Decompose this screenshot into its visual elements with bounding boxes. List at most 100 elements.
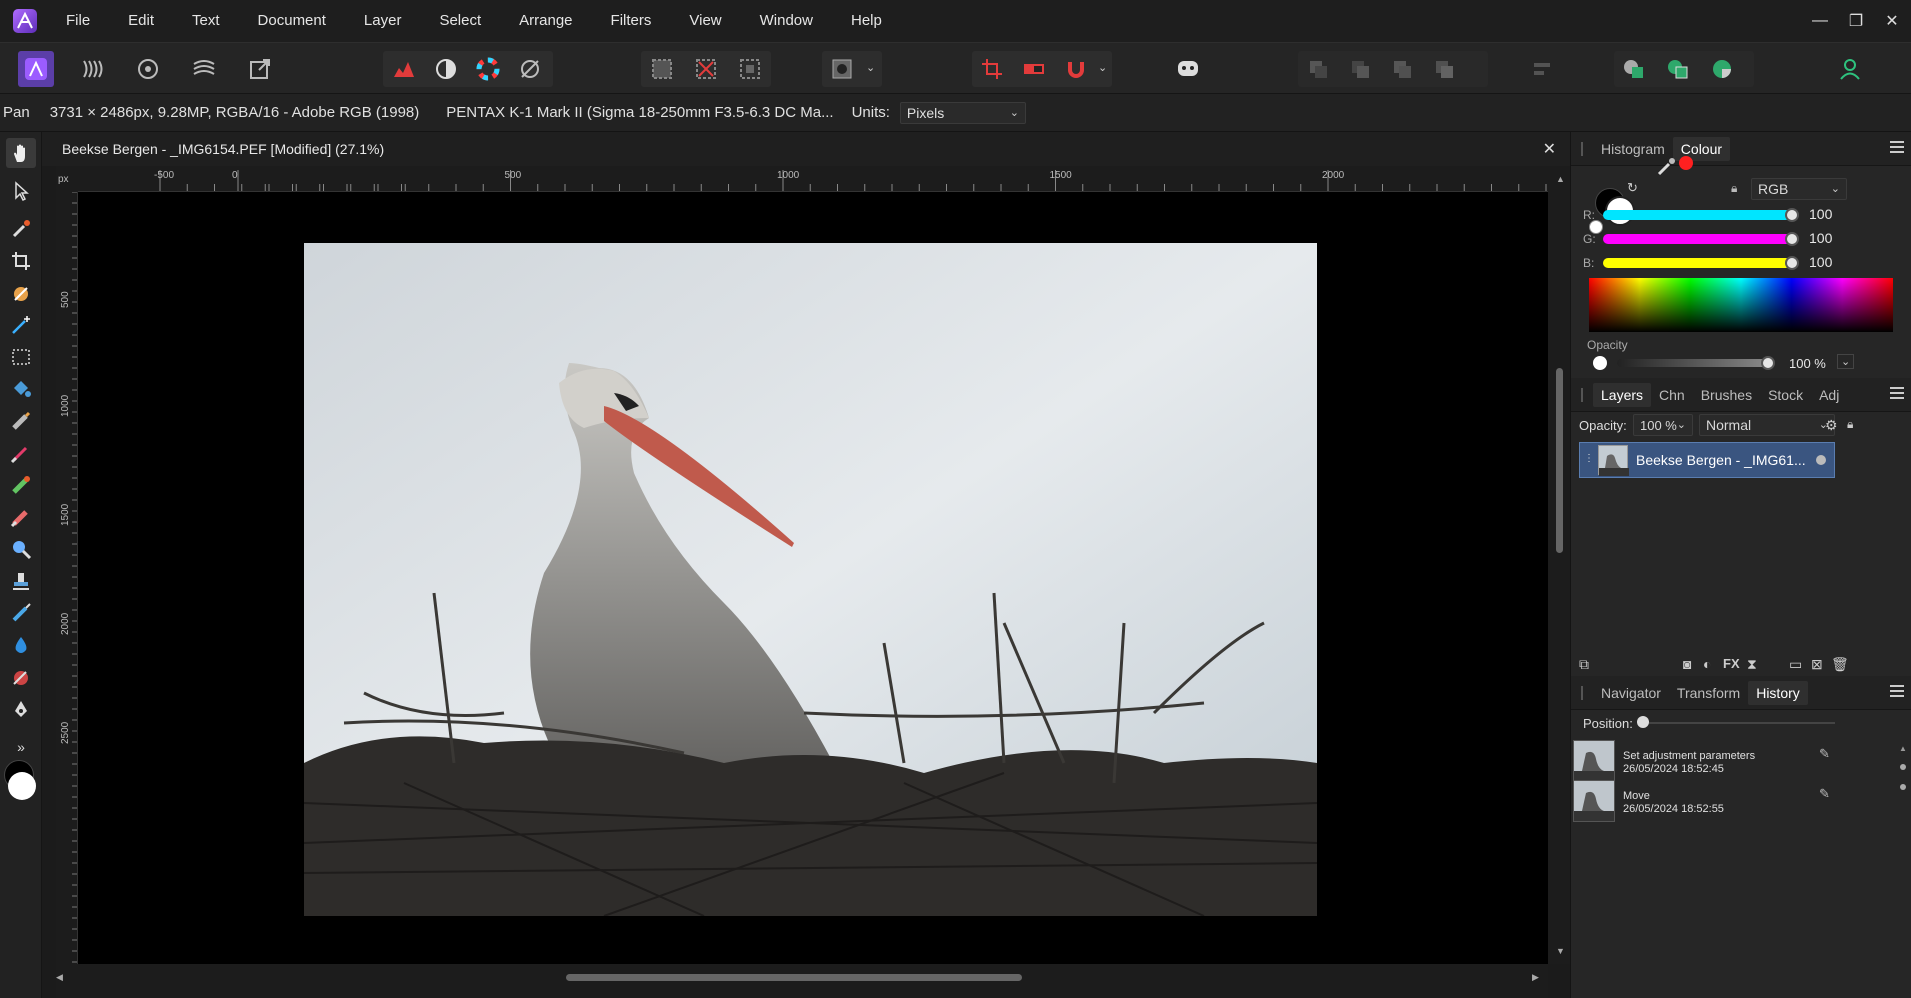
tab-layers[interactable]: Layers (1593, 382, 1652, 407)
history-position-slider[interactable] (1643, 722, 1835, 724)
boolean-intersect-icon[interactable] (1704, 51, 1740, 87)
horizontal-scrollbar[interactable]: ◀ ▶ (56, 964, 1548, 998)
colour-model-dropdown[interactable]: RGB ⌄ (1751, 178, 1847, 200)
layer-row[interactable]: ⋮⋮ Beekse Bergen - _IMG61... (1579, 442, 1835, 478)
green-channel-slider[interactable] (1603, 234, 1791, 244)
more-tools-icon[interactable]: » (6, 732, 36, 762)
scroll-right-icon[interactable]: ▶ (1532, 972, 1539, 983)
menu-layer[interactable]: Layer (345, 0, 421, 42)
vertical-scroll-thumb[interactable] (1556, 368, 1563, 553)
tab-stock[interactable]: Stock (1760, 383, 1811, 407)
menu-help[interactable]: Help (832, 0, 901, 42)
quick-mask-dropdown-icon[interactable]: ⌄ (866, 61, 875, 74)
adjustment-layer-icon[interactable]: ◐ (1703, 656, 1711, 672)
menu-filters[interactable]: Filters (592, 0, 671, 42)
paint-brush-tool-icon[interactable] (6, 406, 36, 436)
tab-navigator[interactable]: Navigator (1593, 681, 1669, 705)
arrange-back-icon[interactable] (1300, 51, 1336, 87)
levels-icon[interactable] (386, 51, 422, 87)
assistant-icon[interactable] (1170, 51, 1206, 87)
vertical-scrollbar[interactable]: ▲ ▼ (1548, 166, 1570, 964)
arrange-forward-icon[interactable] (1384, 51, 1420, 87)
flood-fill-tool-icon[interactable] (6, 374, 36, 404)
pen-tool-icon[interactable] (6, 694, 36, 724)
invert-selection-icon[interactable] (732, 51, 768, 87)
tone-mapping-persona-icon[interactable] (186, 51, 222, 87)
colour-picker-icon[interactable] (1655, 156, 1677, 181)
opacity-dropdown-icon[interactable]: ⌄ (1837, 354, 1855, 369)
view-tool-hand-icon[interactable] (6, 138, 36, 168)
tab-brushes[interactable]: Brushes (1693, 383, 1760, 407)
select-all-icon[interactable] (644, 51, 680, 87)
tab-channels[interactable]: Chn (1651, 383, 1693, 407)
opacity-value[interactable]: 100 % (1789, 356, 1826, 371)
opacity-knob[interactable] (1761, 356, 1775, 370)
scroll-down-icon[interactable]: ▼ (1556, 946, 1565, 956)
erase-brush-tool-icon[interactable] (6, 502, 36, 532)
pixel-brush-tool-icon[interactable] (6, 438, 36, 468)
quick-mask-icon[interactable] (824, 51, 860, 87)
add-pixel-layer-icon[interactable]: ⊠ (1811, 656, 1823, 673)
history-position-knob[interactable] (1637, 716, 1649, 728)
blur-brush-tool-icon[interactable] (6, 630, 36, 660)
white-balance-icon[interactable] (512, 51, 548, 87)
arrange-front-icon[interactable] (1426, 51, 1462, 87)
menu-edit[interactable]: Edit (109, 0, 173, 42)
horizontal-scroll-thumb[interactable] (566, 974, 1022, 981)
photo-persona-icon[interactable] (18, 51, 54, 87)
opacity-slider[interactable] (1617, 359, 1767, 367)
close-window-button[interactable]: ✕ (1872, 0, 1911, 42)
document-tab[interactable]: Beekse Bergen - _IMG6154.PEF [Modified] … (42, 132, 1570, 166)
blend-mode-dropdown[interactable]: Normal ⌄ (1699, 414, 1835, 436)
blue-channel-value[interactable]: 100 (1809, 254, 1832, 270)
history-brush-icon[interactable]: ✎ (1819, 746, 1830, 762)
tab-history[interactable]: History (1748, 680, 1808, 705)
scroll-left-icon[interactable]: ◀ (56, 972, 63, 983)
crop-snap-icon[interactable] (974, 51, 1010, 87)
restore-button[interactable]: ❐ (1836, 0, 1876, 42)
auto-contrast-icon[interactable] (428, 51, 464, 87)
panel-menu-icon[interactable] (1890, 141, 1904, 153)
liquify-persona-icon[interactable] (74, 51, 110, 87)
green-channel-knob[interactable] (1785, 232, 1799, 246)
boolean-subtract-icon[interactable] (1660, 51, 1696, 87)
arrange-backward-icon[interactable] (1342, 51, 1378, 87)
scroll-up-icon[interactable]: ▲ (1556, 174, 1565, 184)
lock-icon[interactable]: 🔒︎ (1731, 181, 1737, 196)
zoom-tool-icon[interactable] (6, 534, 36, 564)
align-icon[interactable] (1524, 51, 1560, 87)
panel-menu-icon[interactable] (1890, 387, 1904, 399)
red-channel-knob[interactable] (1785, 208, 1799, 222)
boolean-add-icon[interactable] (1616, 51, 1652, 87)
menu-view[interactable]: View (670, 0, 740, 42)
fx-icon[interactable]: FX (1723, 656, 1740, 671)
menu-file[interactable]: File (60, 0, 109, 42)
tab-transform[interactable]: Transform (1669, 681, 1748, 705)
history-entry[interactable]: Move 26/05/2024 18:52:55 ✎ (1573, 778, 1903, 824)
snapping-magnet-icon[interactable] (1058, 51, 1094, 87)
menu-document[interactable]: Document (239, 0, 345, 42)
close-document-icon[interactable]: ✕ (1543, 139, 1556, 159)
swap-colours-icon[interactable]: ↻ (1627, 180, 1638, 196)
history-brush-icon[interactable]: ✎ (1819, 786, 1830, 802)
history-scrollbar[interactable]: ▲ (1899, 744, 1907, 824)
gear-icon[interactable]: ⚙ (1825, 417, 1838, 434)
blue-channel-knob[interactable] (1785, 256, 1799, 270)
green-channel-value[interactable]: 100 (1809, 230, 1832, 246)
secondary-colour-swatch[interactable] (8, 772, 36, 800)
minimize-button[interactable]: — (1800, 0, 1840, 42)
menu-arrange[interactable]: Arrange (500, 0, 591, 42)
mask-layer-icon[interactable]: ◙ (1683, 656, 1691, 672)
red-eye-tool-icon[interactable] (6, 662, 36, 692)
canvas[interactable] (78, 192, 1548, 964)
delete-layer-icon[interactable]: 🗑︎ (1831, 656, 1849, 673)
blue-channel-slider[interactable] (1603, 258, 1791, 268)
red-channel-value[interactable]: 100 (1809, 206, 1832, 222)
crop-tool-icon[interactable] (6, 246, 36, 276)
snapping-dropdown-icon[interactable]: ⌄ (1098, 61, 1107, 74)
develop-persona-icon[interactable] (130, 51, 166, 87)
selection-brush-tool-icon[interactable] (6, 278, 36, 308)
arrange-layers-icon[interactable]: ⧉ (1579, 656, 1589, 673)
add-group-icon[interactable]: ▭ (1789, 656, 1802, 673)
layer-visibility-icon[interactable] (1816, 455, 1826, 465)
